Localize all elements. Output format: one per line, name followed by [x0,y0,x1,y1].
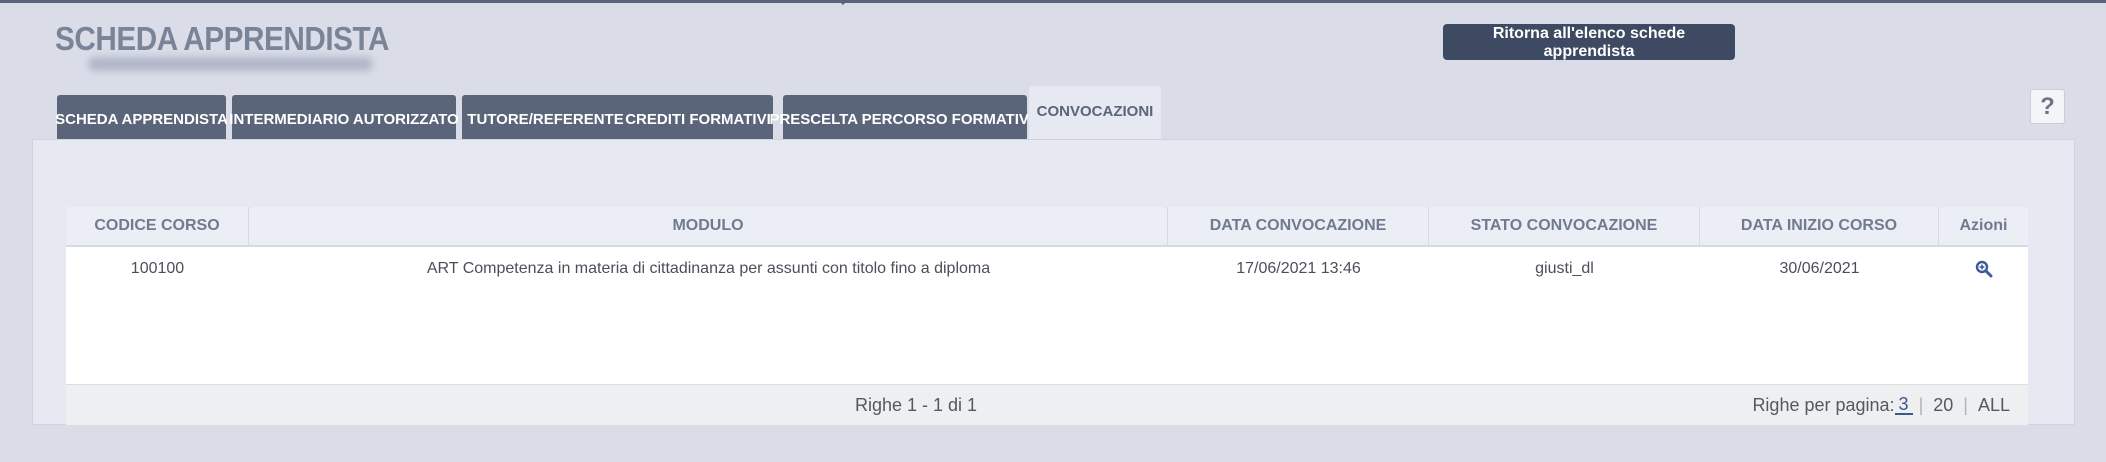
convocazioni-table: CODICE CORSO MODULO DATA CONVOCAZIONE ST… [66,207,2028,425]
tab-crediti-formativi[interactable]: CREDITI FORMATIVI [623,95,773,140]
column-header-codice-corso[interactable]: CODICE CORSO [66,207,249,245]
cell-stato-convocazione: giusti_dl [1535,260,1594,277]
page-size-all[interactable]: ALL [1974,395,2014,416]
tab-prescelta-percorso-formativo[interactable]: PRESCELTA PERCORSO FORMATIVO [769,95,1041,140]
rows-per-page: Righe per pagina: 3 | 20 | ALL [1752,385,2014,425]
tab-tutore-referente[interactable]: TUTORE/REFERENTE [462,95,629,140]
back-to-list-button[interactable]: Ritorna all'elenco schede apprendista [1443,24,1735,60]
range-info: Righe 1 - 1 di 1 [854,394,978,415]
column-header-stato-convocazione[interactable]: STATO CONVOCAZIONE [1429,207,1700,245]
page-size-3[interactable]: 3 [1894,395,1913,415]
column-header-data-convocazione[interactable]: DATA CONVOCAZIONE [1168,207,1429,245]
cell-codice-corso: 100100 [130,260,185,277]
tab-convocazioni[interactable]: CONVOCAZIONI [1029,86,1161,140]
page-title: SCHEDA APPRENDISTA [55,20,390,57]
cell-azioni [1939,247,2028,291]
column-header-modulo[interactable]: MODULO [249,207,1168,245]
column-header-data-inizio-corso[interactable]: DATA INIZIO CORSO [1700,207,1939,245]
cell-modulo: ART Competenza in materia di cittadinanz… [426,260,991,277]
separator: | [1918,394,1924,415]
separator: | [1963,394,1968,415]
cell-data-inizio-corso: 30/06/2021 [1779,260,1860,277]
top-bar-notch [838,0,848,5]
table-footer: Righe 1 - 1 di 1 Righe per pagina: 3 | 2… [66,384,2028,425]
tab-intermediario-autorizzato[interactable]: INTERMEDIARIO AUTORIZZATO [229,95,459,140]
rows-per-page-label: Righe per pagina: [1752,394,1895,415]
help-button[interactable]: ? [2030,89,2065,124]
table-row: 100100 ART Competenza in materia di citt… [66,247,2028,291]
help-icon: ? [2040,92,2055,120]
table-header: CODICE CORSO MODULO DATA CONVOCAZIONE ST… [66,207,2028,247]
cell-data-convocazione: 17/06/2021 13:46 [1236,260,1361,277]
column-header-azioni: Azioni [1959,217,2008,234]
zoom-icon[interactable] [1975,260,1993,278]
apprentice-name-redacted [88,57,373,71]
tab-scheda-apprendista[interactable]: SCHEDA APPRENDISTA [55,95,228,140]
page-size-20[interactable]: 20 [1929,395,1957,416]
top-bar [0,0,2106,3]
